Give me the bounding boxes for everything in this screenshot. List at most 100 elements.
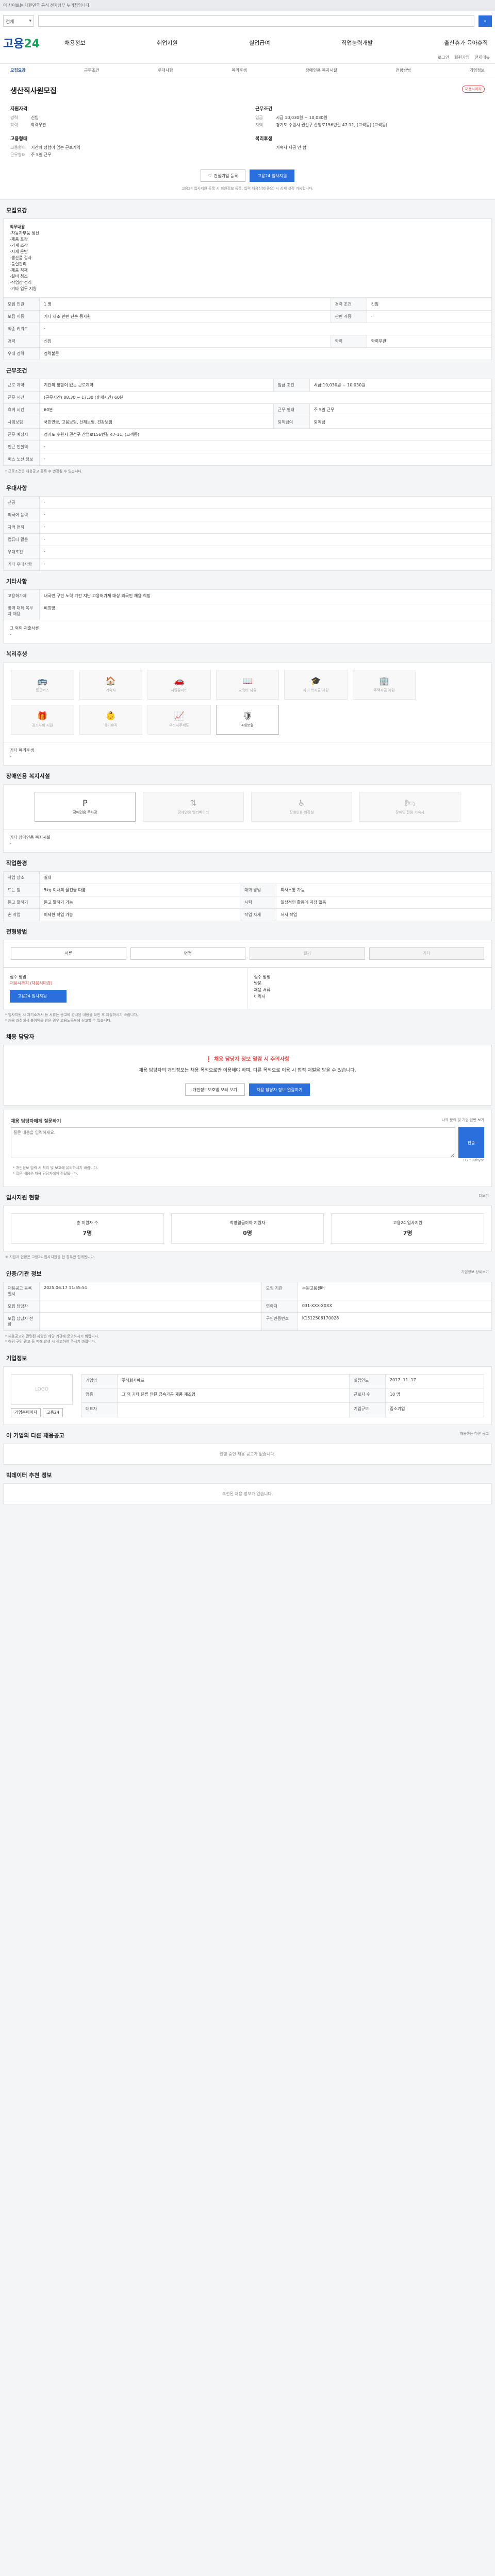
- table-value: 기간의 정함이 없는 근로계약: [39, 379, 274, 392]
- site-header: 전체 ▾ ⌕ 고용24 채용정보 취업지원 실업급여 직업능력개발 출산휴가·육아…: [0, 11, 495, 64]
- table-value: [117, 1402, 350, 1417]
- recruit-table: 모집 인원 1 명 경력 조건 신입 모집 직종 기타 제조 관련 단순 종사원 관련 직종…: [3, 298, 492, 360]
- duty-line: -기타 업무 지원: [10, 286, 37, 291]
- table-row: 기타 우대사항 -: [3, 557, 492, 571]
- search-scope-select[interactable]: 전체 ▾: [3, 15, 34, 27]
- table-value: 기타 제조 관련 단순 종사원: [39, 310, 331, 323]
- agency-detail-button[interactable]: 기업정보 상세보기: [461, 1269, 489, 1275]
- search-button[interactable]: ⌕: [478, 15, 492, 27]
- qualification-heading: 지원자격: [10, 107, 28, 112]
- tab-prefer[interactable]: 우대사항: [158, 67, 173, 73]
- tab-company[interactable]: 기업정보: [470, 67, 485, 73]
- site-logo[interactable]: 고용24: [3, 35, 40, 51]
- footer: [0, 1504, 495, 1535]
- gnb-item-jobs[interactable]: 채용정보: [60, 39, 89, 47]
- table-label: 근무 예정지: [3, 428, 40, 441]
- tab-welfare[interactable]: 복리후생: [232, 67, 246, 73]
- disabled-item: P 장애인용 주차장: [35, 791, 136, 822]
- agency-notes: * 채용공고와 관련된 사항은 해당 기관에 문의하시기 바랍니다. * 허위 구…: [5, 1334, 100, 1344]
- search-input[interactable]: [38, 15, 474, 27]
- question-textarea[interactable]: [11, 1127, 455, 1159]
- table-label: 모집 직종: [3, 310, 40, 323]
- search-row: 전체 ▾ ⌕: [0, 11, 495, 31]
- tab-disabled[interactable]: 장애인용 복지시설: [305, 67, 337, 73]
- table-value: 미세한 작업 가능: [39, 908, 241, 921]
- table-label: 구인인증번호: [261, 1312, 298, 1331]
- table-row: 자격 면허 -: [3, 520, 492, 534]
- conditions-table: 근로 계약 기간의 정함이 없는 근로계약 임금 조건 시급 10,030원 ~ 10…: [3, 379, 492, 466]
- table-row: 경력 신입 학력 학력무관: [3, 335, 492, 348]
- gnb-item-training[interactable]: 직업능력개발: [337, 39, 377, 47]
- tab-conditions[interactable]: 근무조건: [84, 67, 99, 73]
- status-stats: 총 지원자 수 7명 희망월급이하 지원자 0명 고용24 입사지원 7명: [3, 1206, 492, 1252]
- signup-link[interactable]: 회원가입: [454, 55, 469, 60]
- table-value: -: [39, 520, 492, 534]
- summary-row: 경력 신입: [10, 115, 39, 120]
- table-label: 인근 전철역: [3, 440, 40, 453]
- apply-button-2[interactable]: 고용24 입사지원: [10, 990, 67, 1003]
- table-row: 드는 힘 5kg 이내의 물건을 다룸 대화 방법 의사소통 가능: [3, 883, 492, 896]
- table-row: 인근 전철역 -: [3, 440, 492, 453]
- table-value: -: [39, 440, 492, 453]
- table-label: 관련 직종: [330, 310, 367, 323]
- status-more-link[interactable]: 더보기: [479, 1193, 489, 1198]
- duty-line: -제품 적재: [10, 268, 28, 273]
- question-send-button[interactable]: 전송: [458, 1127, 484, 1159]
- view-manager-button[interactable]: 채용 담당자 정보 열람하기: [249, 1083, 310, 1096]
- disabled-icon: ⇅: [190, 798, 197, 808]
- table-label: 모집 담당자: [3, 1299, 40, 1313]
- table-value: 중소기업: [385, 1402, 485, 1417]
- table-row: 버스 노선 정보 -: [3, 453, 492, 466]
- company-logo: LOGO: [11, 1374, 73, 1405]
- table-value: 내국인 구인 노력 기간 지난 고용허가제 대상 외국인 채용 희망: [39, 589, 492, 602]
- status-note: ※ 지원자 현황은 고용24 입사지원을 한 경우만 집계됩니다.: [5, 1255, 95, 1260]
- others-more-link[interactable]: 채용하는 다른 공고: [460, 1431, 489, 1436]
- workenv-table: 작업 장소 실내 드는 힘 5kg 이내의 물건을 다룸 대화 방법 의사소통 가능 듣고 …: [3, 871, 492, 921]
- gnb-item-support[interactable]: 취업지원: [153, 39, 182, 47]
- heart-icon: ♡: [208, 173, 212, 178]
- apply-button[interactable]: 고용24 입사지원: [250, 170, 295, 182]
- table-label: 우대 경력: [3, 347, 40, 360]
- privacy-warning: ❗ 채용 담당자 정보 열람 시 주의사항 채용 담당자의 개인정보는 채용 목…: [3, 1045, 492, 1106]
- table-row: 전공 -: [3, 496, 492, 509]
- gnb-item-leave[interactable]: 출산휴가·육아휴직: [440, 39, 491, 47]
- warning-title: ❗ 채용 담당자 정보 열람 시 주의사항: [205, 1057, 290, 1063]
- all-menu-link[interactable]: 전체메뉴: [475, 55, 490, 60]
- disabled-item: ⇅ 장애인용 엘리베이터: [143, 791, 244, 822]
- welfare-icon: 🏠: [105, 676, 116, 686]
- conditions-heading: 근무조건: [255, 107, 273, 112]
- table-value: 경기도 수원시 권선구 산업로156번길 47-11, (고색동): [39, 428, 492, 441]
- welfare-item: 🛡 4대보험: [216, 704, 279, 735]
- scrap-button[interactable]: ♡ 관심기업 등록: [200, 170, 246, 182]
- welfare-icon: 🚗: [174, 676, 185, 686]
- company-box: LOGO 기업홈페이지 고용24 기업명 주식회사에프 설립연도 2017. 11. …: [3, 1366, 492, 1425]
- welfare-item: 🎁 경조사비 지원: [11, 704, 74, 735]
- company-homepage-button[interactable]: 기업홈페이지: [11, 1408, 41, 1417]
- duty-line: -작업장 정리: [10, 280, 32, 285]
- disabled-label: 장애인 전용 기숙사: [395, 810, 424, 815]
- welfare-label: 기숙사: [106, 688, 116, 692]
- my-questions-link[interactable]: 나의 문의 및 기업 답변 보기: [442, 1117, 484, 1123]
- duty-line: -품질관리: [10, 262, 27, 266]
- table-label: 작업 자세: [240, 908, 277, 921]
- table-value: 일상적인 활동에 지장 없음: [276, 895, 492, 909]
- table-row: 병역 대체 복무자 채용 비희망: [3, 601, 492, 620]
- table-row: 듣고 말하기 듣고 말하기 가능 시력 일상적인 활동에 지장 없음: [3, 895, 492, 909]
- tab-process[interactable]: 전형방법: [395, 67, 410, 73]
- table-label: 대표자: [81, 1402, 118, 1417]
- disabled-label: 장애인용 엘리베이터: [177, 810, 209, 815]
- table-label: 우대조건: [3, 545, 40, 558]
- table-value: -: [39, 508, 492, 521]
- summary-row: 근무형태 주 5일 근무: [10, 152, 52, 157]
- summary-row: 지역 경기도 수원시 권선구 산업로156번길 47-11, (고색동) (고색동…: [255, 123, 387, 127]
- login-link[interactable]: 로그인: [438, 55, 449, 60]
- disabled-item: ♿ 장애인용 화장실: [251, 791, 352, 822]
- company-goyong-button[interactable]: 고용24: [43, 1408, 63, 1417]
- gnb-item-benefit[interactable]: 실업급여: [245, 39, 274, 47]
- search-icon: ⌕: [484, 19, 487, 24]
- apply-note: 고용24 입사지원 등록 시 회원정보 등록, 입력 채용신청(중요) 시 상세…: [182, 187, 314, 191]
- welfare-item: 👶 육아휴직: [79, 704, 143, 735]
- tab-recruit[interactable]: 모집요강: [10, 67, 25, 73]
- table-label: 근로 계약: [3, 379, 40, 392]
- privacy-law-button[interactable]: 개인정보보호법 보러 보기: [185, 1083, 245, 1096]
